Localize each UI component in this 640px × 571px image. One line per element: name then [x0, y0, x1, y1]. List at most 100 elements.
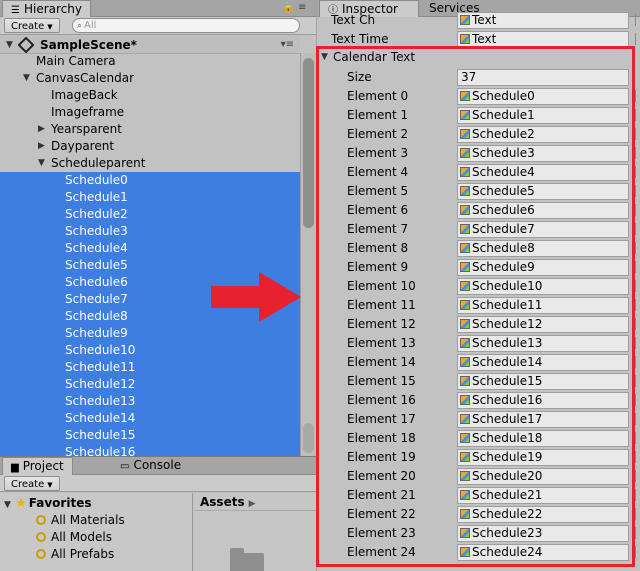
tab-console[interactable]: ▭ Console — [112, 457, 189, 475]
array-element-row-field[interactable]: Schedule1 — [457, 107, 629, 124]
scrollbar-thumb[interactable] — [303, 58, 314, 228]
calendar-text-foldout[interactable]: ▼ Calendar Text — [317, 48, 640, 67]
hierarchy-item[interactable]: Schedule0 — [0, 172, 300, 189]
tab-project[interactable]: ▆ Project — [2, 457, 73, 475]
object-picker-icon[interactable] — [635, 261, 640, 273]
folder-icon[interactable] — [230, 548, 264, 571]
hierarchy-item[interactable]: ▶ Dayparent — [0, 138, 300, 155]
array-element-row-field[interactable]: Schedule4 — [457, 164, 629, 181]
hierarchy-item[interactable]: ▼ Scheduleparent — [0, 155, 300, 172]
expand-open-icon[interactable]: ▼ — [4, 500, 11, 510]
object-picker-icon[interactable] — [635, 242, 640, 254]
hierarchy-search-input[interactable]: ⌕ All — [72, 18, 300, 33]
hierarchy-item[interactable]: Main Camera — [0, 53, 300, 70]
assets-breadcrumb[interactable]: Assets ▶ — [194, 493, 316, 511]
array-size-row-field[interactable]: 37 — [457, 69, 629, 86]
scene-row[interactable]: ▼ SampleScene* ▾≡ — [0, 36, 300, 54]
object-picker-icon[interactable] — [635, 356, 640, 368]
lock-icon[interactable]: 🔒 — [282, 2, 294, 13]
hierarchy-item[interactable]: Schedule3 — [0, 223, 300, 240]
object-picker-icon[interactable] — [635, 413, 640, 425]
array-element-row-field[interactable]: Schedule2 — [457, 126, 629, 143]
object-picker-icon[interactable] — [635, 489, 640, 501]
hierarchy-item[interactable]: Imageframe — [0, 104, 300, 121]
object-picker-icon[interactable] — [635, 299, 640, 311]
text-ch-row-field[interactable]: Text — [457, 12, 629, 29]
create-button[interactable]: Create ▼ — [4, 18, 60, 33]
object-picker-icon[interactable] — [635, 527, 640, 539]
array-element-row-field[interactable]: Schedule13 — [457, 335, 629, 352]
hierarchy-scrollbar[interactable] — [300, 53, 316, 456]
hierarchy-item[interactable]: Schedule4 — [0, 240, 300, 257]
hierarchy-item[interactable]: Schedule1 — [0, 189, 300, 206]
expand-open-icon[interactable]: ▼ — [6, 36, 13, 54]
array-element-row-field[interactable]: Schedule0 — [457, 88, 629, 105]
expand-closed-icon[interactable]: ▶ — [38, 121, 45, 138]
hierarchy-item[interactable]: Schedule16 — [0, 444, 300, 456]
object-picker-icon[interactable] — [635, 394, 640, 406]
object-picker-icon[interactable] — [635, 185, 640, 197]
array-element-row-field[interactable]: Schedule21 — [457, 487, 629, 504]
object-picker-icon[interactable] — [635, 280, 640, 292]
hierarchy-item[interactable]: Schedule13 — [0, 393, 300, 410]
array-element-row-field[interactable]: Schedule19 — [457, 449, 629, 466]
array-element-row-field[interactable]: Schedule23 — [457, 525, 629, 542]
object-picker-icon[interactable] — [635, 318, 640, 330]
object-picker-icon[interactable] — [635, 128, 640, 140]
favorite-item[interactable]: All Materials — [36, 512, 125, 529]
hierarchy-item[interactable]: Schedule11 — [0, 359, 300, 376]
array-element-row-field[interactable]: Schedule18 — [457, 430, 629, 447]
array-element-row-field[interactable]: Schedule8 — [457, 240, 629, 257]
hierarchy-item[interactable]: Schedule10 — [0, 342, 300, 359]
object-picker-icon[interactable] — [635, 546, 640, 558]
object-picker-icon[interactable] — [635, 90, 640, 102]
favorite-item[interactable]: All Models — [36, 529, 112, 546]
object-picker-icon[interactable] — [635, 223, 640, 235]
hierarchy-item[interactable]: ▶ Yearsparent — [0, 121, 300, 138]
hierarchy-item[interactable]: ImageBack — [0, 87, 300, 104]
array-element-row-field[interactable]: Schedule7 — [457, 221, 629, 238]
scene-menu-icon[interactable]: ▾≡ — [281, 36, 294, 54]
object-picker-icon[interactable] — [635, 33, 640, 45]
expand-open-icon[interactable]: ▼ — [321, 48, 328, 67]
array-element-row-field[interactable]: Schedule12 — [457, 316, 629, 333]
hierarchy-item[interactable]: Schedule15 — [0, 427, 300, 444]
hierarchy-item[interactable]: Schedule2 — [0, 206, 300, 223]
array-element-row-field[interactable]: Schedule24 — [457, 544, 629, 561]
object-picker-icon[interactable] — [635, 451, 640, 463]
project-create-button[interactable]: Create ▼ — [4, 476, 60, 491]
array-element-row-field[interactable]: Schedule14 — [457, 354, 629, 371]
object-picker-icon[interactable] — [635, 204, 640, 216]
object-picker-icon[interactable] — [635, 337, 640, 349]
favorite-item[interactable]: All Prefabs — [36, 546, 114, 563]
object-picker-icon[interactable] — [635, 14, 640, 26]
array-element-row-field[interactable]: Schedule5 — [457, 183, 629, 200]
panel-menu-icon[interactable]: ≡ — [298, 2, 306, 13]
expand-open-icon[interactable]: ▼ — [23, 70, 30, 87]
array-element-row-field[interactable]: Schedule22 — [457, 506, 629, 523]
object-picker-icon[interactable] — [635, 470, 640, 482]
object-picker-icon[interactable] — [635, 432, 640, 444]
array-element-row-field[interactable]: Schedule9 — [457, 259, 629, 276]
array-element-row-field[interactable]: Schedule20 — [457, 468, 629, 485]
expand-closed-icon[interactable]: ▶ — [38, 138, 45, 155]
hierarchy-item[interactable]: ▼ CanvasCalendar — [0, 70, 300, 87]
array-element-row-field[interactable]: Schedule3 — [457, 145, 629, 162]
object-picker-icon[interactable] — [635, 375, 640, 387]
array-element-row-field[interactable]: Schedule15 — [457, 373, 629, 390]
text-time-row-field[interactable]: Text — [457, 31, 629, 48]
hierarchy-item[interactable]: Schedule9 — [0, 325, 300, 342]
hierarchy-item[interactable]: Schedule14 — [0, 410, 300, 427]
array-element-row-field[interactable]: Schedule6 — [457, 202, 629, 219]
array-element-row-field[interactable]: Schedule17 — [457, 411, 629, 428]
expand-open-icon[interactable]: ▼ — [38, 155, 45, 172]
array-element-row-field[interactable]: Schedule16 — [457, 392, 629, 409]
object-picker-icon[interactable] — [635, 109, 640, 121]
object-picker-icon[interactable] — [635, 508, 640, 520]
tab-hierarchy[interactable]: ☰ Hierarchy — [2, 0, 91, 17]
object-picker-icon[interactable] — [635, 166, 640, 178]
array-element-row-field[interactable]: Schedule10 — [457, 278, 629, 295]
object-picker-icon[interactable] — [635, 147, 640, 159]
hierarchy-item[interactable]: Schedule12 — [0, 376, 300, 393]
favorites-header[interactable]: ▼ ★ Favorites — [4, 495, 91, 512]
